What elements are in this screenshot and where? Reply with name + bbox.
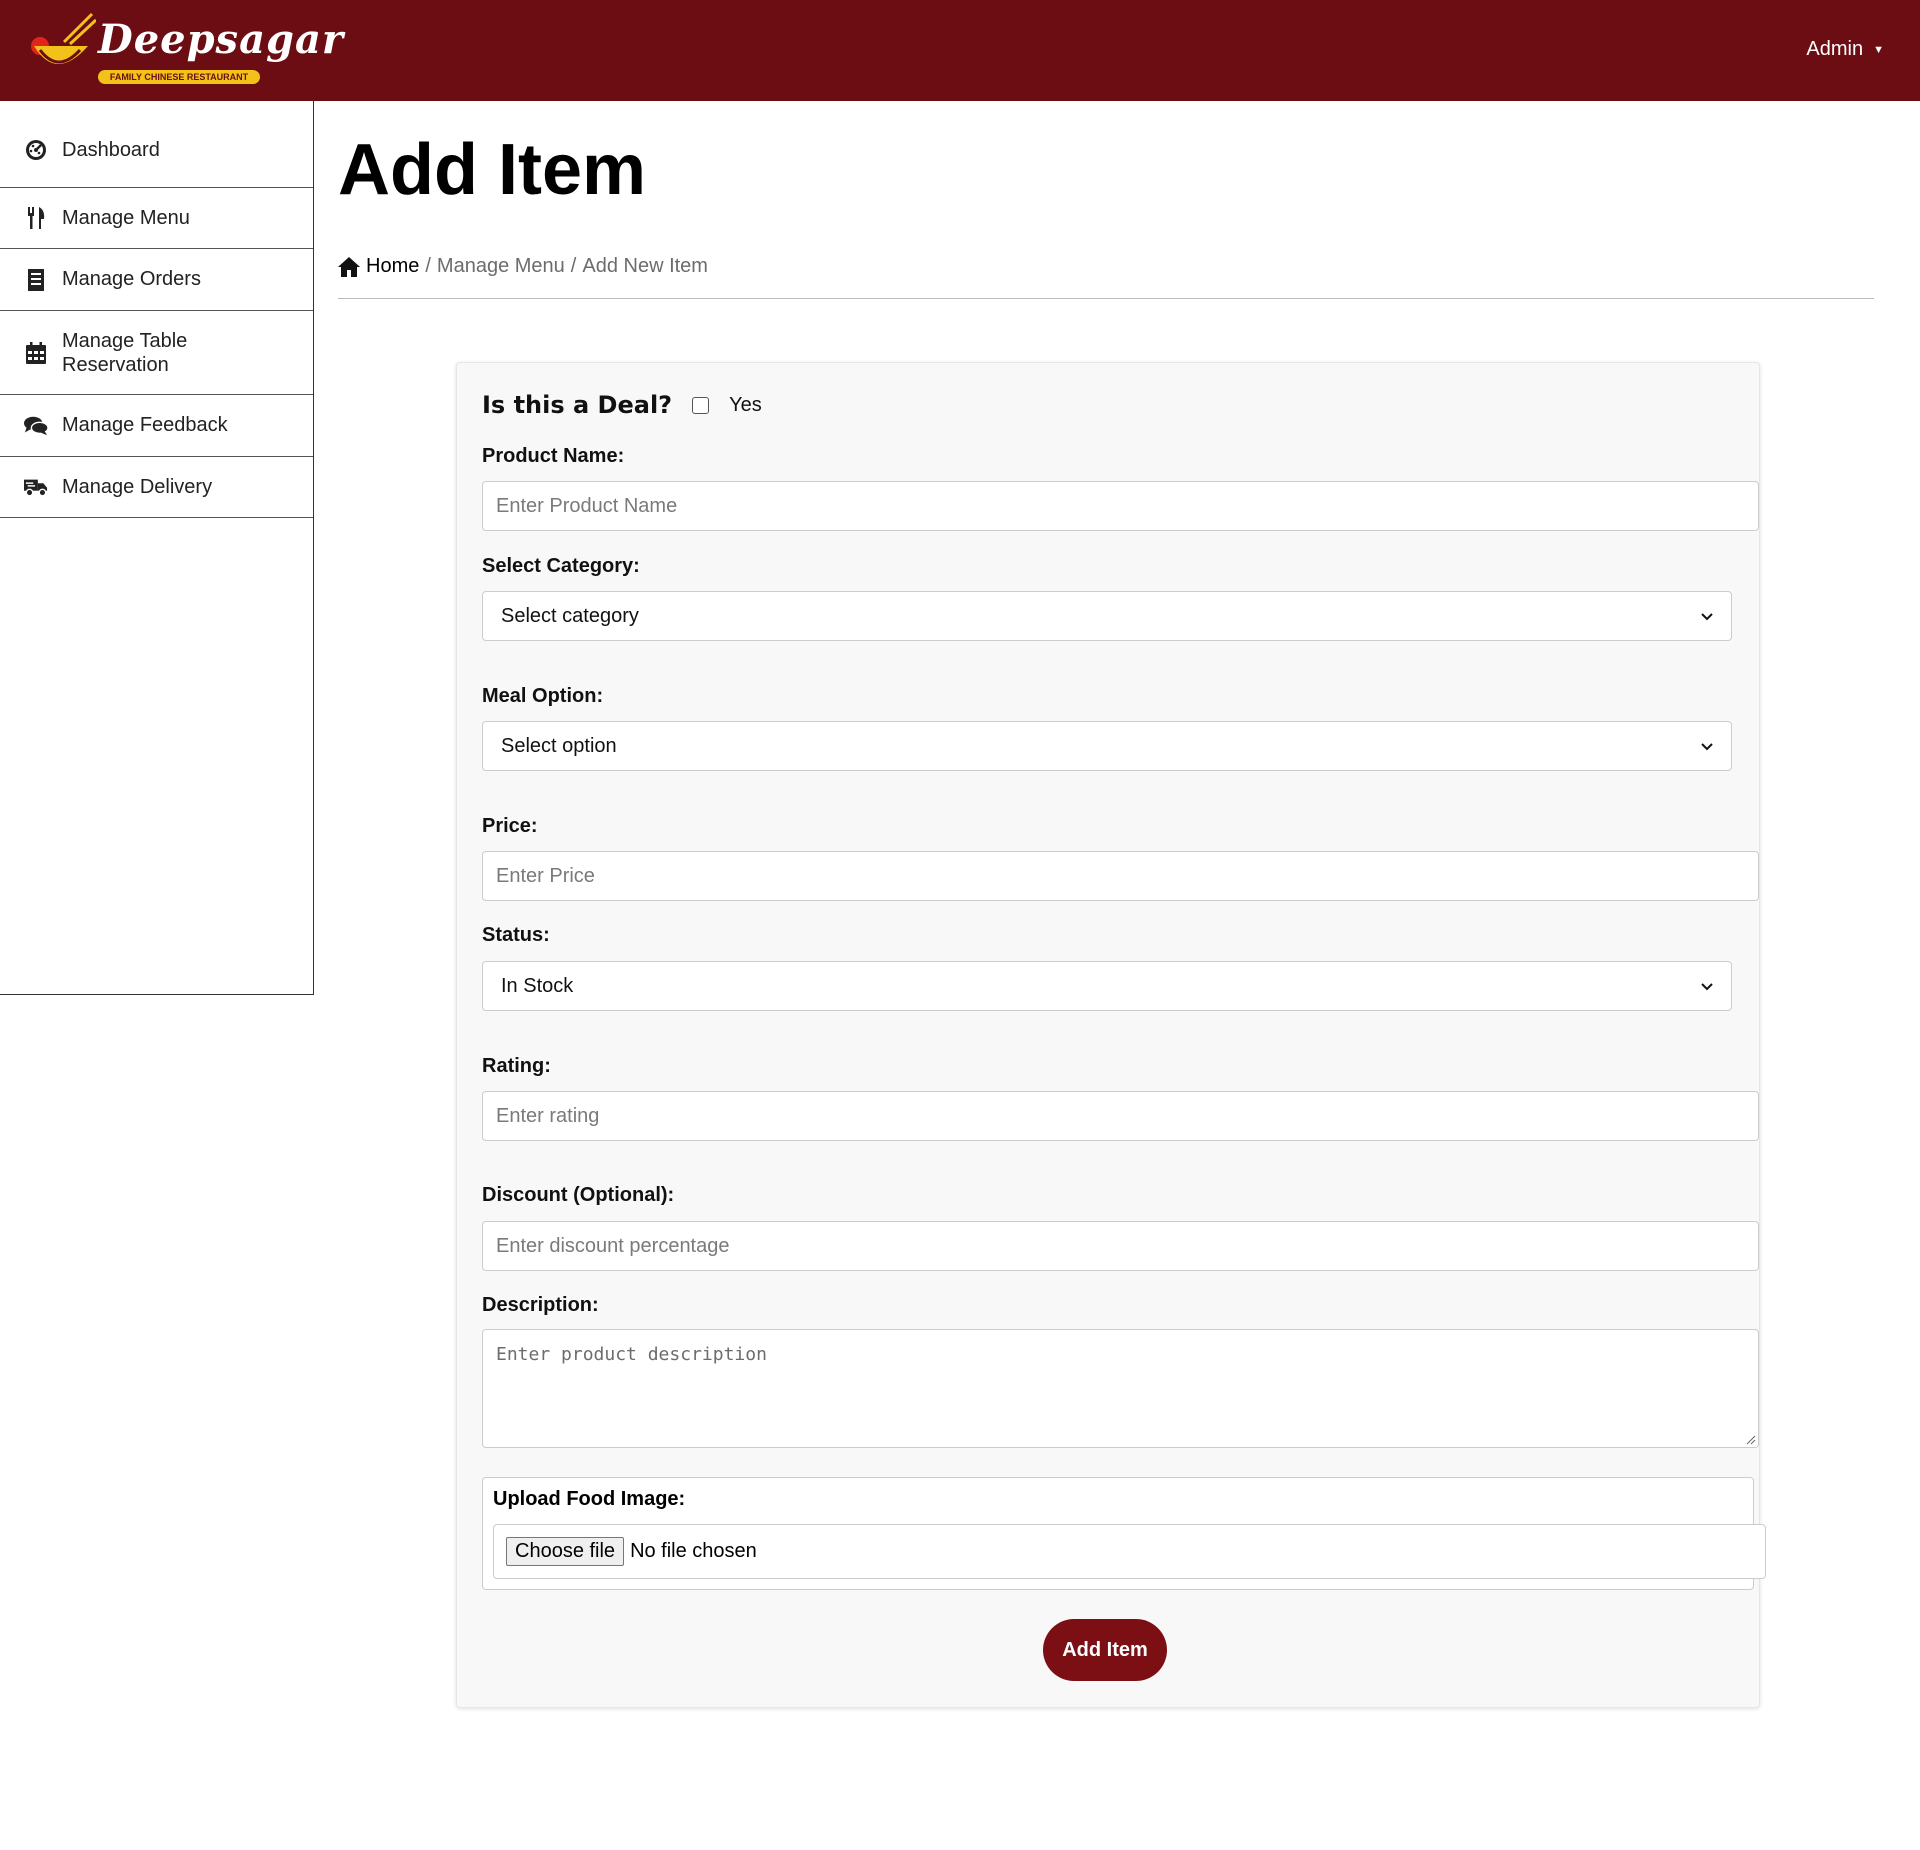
brand-name: Deepsagar (98, 16, 344, 63)
resize-handle-icon[interactable] (1746, 1435, 1756, 1445)
bowl-chopsticks-icon (31, 12, 96, 64)
add-item-form: Is this a Deal? Yes Product Name: Enter … (456, 362, 1766, 1708)
status-label: Status: (482, 924, 550, 946)
sidebar-item-label: Manage Delivery (62, 475, 213, 498)
sidebar-item-manage-table-reservation[interactable]: Manage Table Reservation (0, 311, 313, 395)
meal-option-selected-value: Select option (501, 734, 617, 757)
sidebar-item-label: Dashboard (62, 138, 160, 161)
category-label: Select Category: (482, 555, 640, 577)
description-label: Description: (482, 1294, 599, 1316)
product-name-label: Product Name: (482, 445, 625, 467)
admin-label: Admin (1806, 38, 1864, 60)
truck-icon (24, 475, 48, 499)
rating-input[interactable]: Enter rating (482, 1091, 1759, 1141)
category-selected-value: Select category (501, 604, 639, 627)
meal-option-label: Meal Option: (482, 685, 604, 707)
breadcrumb-separator: / (425, 255, 431, 277)
sidebar-item-manage-delivery[interactable]: Manage Delivery (0, 457, 313, 518)
breadcrumb-home-link[interactable]: Home (338, 255, 419, 278)
brand-tagline: FAMILY CHINESE RESTAURANT (98, 70, 260, 84)
calendar-icon (24, 341, 48, 365)
comments-icon (24, 414, 48, 438)
price-input[interactable]: Enter Price (482, 851, 1759, 901)
description-textarea[interactable]: Enter product description (482, 1329, 1759, 1448)
deal-toggle-row: Is this a Deal? Yes (482, 391, 762, 419)
upload-image-section: Upload Food Image: Choose file No file c… (482, 1477, 1766, 1590)
sidebar-item-label: Manage Feedback (62, 414, 228, 436)
breadcrumb-home-label: Home (366, 255, 420, 277)
sidebar-item-label: Manage Table Reservation (62, 329, 188, 376)
price-placeholder: Enter Price (496, 864, 595, 887)
admin-user-menu[interactable]: Admin ▼ (1806, 38, 1884, 61)
utensils-icon (24, 206, 48, 230)
meal-option-select[interactable]: Select option (482, 721, 1732, 771)
breadcrumb-separator: / (570, 255, 577, 277)
breadcrumb: Home / Manage Menu / Add New Item (338, 255, 708, 278)
chevron-down-icon (1701, 983, 1713, 991)
sidebar-item-manage-feedback[interactable]: Manage Feedback (0, 395, 313, 457)
chevron-down-icon (1701, 613, 1713, 621)
category-select[interactable]: Select category (482, 591, 1732, 641)
sidebar-item-manage-menu[interactable]: Manage Menu (0, 188, 313, 249)
product-name-placeholder: Enter Product Name (496, 494, 678, 517)
chevron-down-icon (1701, 743, 1713, 751)
breadcrumb-manage-menu-link[interactable]: Manage Menu (437, 255, 565, 278)
header-divider (338, 298, 1874, 299)
top-navbar: Deepsagar FAMILY CHINESE RESTAURANT Admi… (0, 0, 1920, 101)
deal-checkbox-label[interactable]: Yes (729, 394, 762, 417)
caret-down-icon: ▼ (1873, 43, 1884, 56)
choose-file-button[interactable]: Choose file (506, 1537, 625, 1566)
image-file-input[interactable]: Choose file No file chosen (493, 1524, 1766, 1579)
discount-input[interactable]: Enter discount percentage (482, 1221, 1759, 1271)
add-item-button[interactable]: Add Item (1043, 1619, 1167, 1681)
sidebar-item-dashboard[interactable]: Dashboard (0, 101, 313, 188)
deal-question: Is this a Deal? (482, 391, 673, 419)
rating-placeholder: Enter rating (496, 1104, 600, 1127)
discount-label: Discount (Optional): (482, 1184, 675, 1206)
breadcrumb-current: Add New Item (582, 255, 708, 277)
description-placeholder: Enter product description (496, 1344, 767, 1365)
sidebar-item-label: Manage Menu (62, 206, 190, 229)
dashboard-icon (24, 138, 48, 162)
status-select[interactable]: In Stock (482, 961, 1732, 1011)
price-label: Price: (482, 815, 538, 837)
page-title: Add Item (338, 130, 647, 210)
brand-logo[interactable]: Deepsagar FAMILY CHINESE RESTAURANT (26, 12, 343, 88)
sidebar: Dashboard Manage Menu Manage Orders Mana… (0, 101, 314, 995)
receipt-icon (24, 268, 48, 292)
status-selected-value: In Stock (501, 974, 574, 997)
home-icon (338, 256, 360, 277)
deal-checkbox[interactable] (692, 396, 710, 414)
sidebar-item-manage-orders[interactable]: Manage Orders (0, 249, 313, 311)
upload-image-label: Upload Food Image: (493, 1488, 686, 1510)
discount-placeholder: Enter discount percentage (496, 1234, 730, 1257)
file-status-text: No file chosen (630, 1540, 757, 1562)
rating-label: Rating: (482, 1055, 551, 1077)
product-name-input[interactable]: Enter Product Name (482, 481, 1759, 531)
sidebar-item-label: Manage Orders (62, 268, 201, 290)
